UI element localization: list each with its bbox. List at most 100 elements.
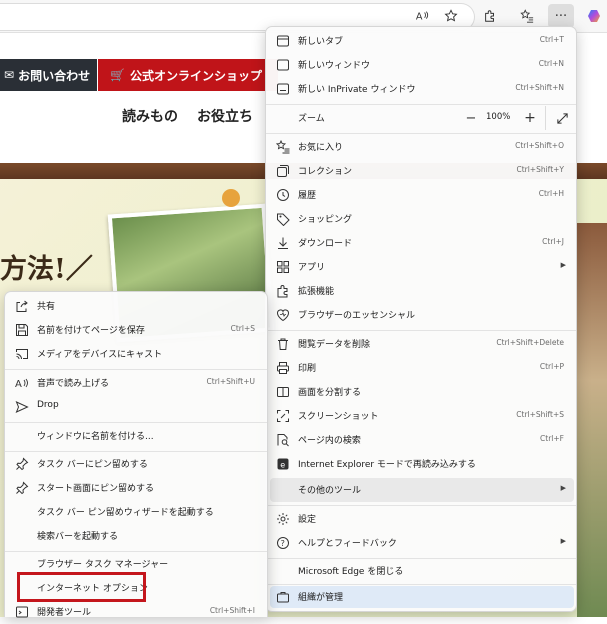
submenu-pin-wizard[interactable]: タスク バー ピン留めウィザードを起動する (9, 500, 265, 524)
menu-label: タスク バーにピン留めする (37, 460, 148, 470)
chevron-right-icon: ▶ (560, 261, 566, 269)
menu-shortcut: Ctrl+J (542, 237, 564, 246)
menu-more-tools[interactable]: その他のツール ▶ (270, 478, 574, 502)
apps-icon (274, 258, 292, 276)
svg-text:A: A (416, 12, 423, 23)
menu-label: ブラウザー タスク マネージャー (37, 560, 169, 570)
menu-collections[interactable]: コレクション Ctrl+Shift+Y (270, 159, 574, 183)
ie-mode-icon: e (274, 455, 292, 473)
menu-new-tab[interactable]: 新しいタブ Ctrl+T (270, 29, 574, 53)
menu-label: お気に入り (298, 143, 344, 153)
zoom-label: ズーム (298, 114, 325, 124)
menu-label: Microsoft Edge を閉じる (298, 567, 404, 577)
copilot-icon[interactable] (582, 4, 606, 28)
menu-new-inprivate[interactable]: 新しい InPrivate ウィンドウ Ctrl+Shift+N (270, 77, 574, 101)
menu-extensions[interactable]: 拡張機能 (270, 279, 574, 303)
briefcase-icon (274, 588, 292, 606)
submenu-pin-start[interactable]: スタート画面にピン留めする (9, 476, 265, 500)
menu-essentials[interactable]: ブラウザーのエッセンシャル (270, 303, 574, 327)
submenu-cast[interactable]: メディアをデバイスにキャスト (9, 342, 265, 366)
menu-label: 検索バーを起動する (37, 532, 119, 542)
download-icon (274, 234, 292, 252)
chevron-right-icon: ▶ (560, 537, 566, 545)
submenu-name-window[interactable]: ウィンドウに名前を付ける... (9, 424, 265, 448)
menu-label: ダウンロード (298, 239, 353, 249)
menu-close-edge[interactable]: Microsoft Edge を閉じる (270, 559, 574, 583)
help-icon: ? (274, 534, 292, 552)
menu-settings[interactable]: 設定 (270, 507, 574, 531)
cart-icon: 🛒 (110, 68, 125, 82)
submenu-share[interactable]: 共有 (9, 294, 265, 318)
more-tools-submenu: 共有 名前を付けてページを保存 Ctrl+S メディアをデバイスにキャスト A … (4, 291, 268, 618)
shopping-tag-icon (274, 210, 292, 228)
pin-icon (13, 479, 31, 497)
read-aloud-icon[interactable]: A (410, 4, 434, 28)
hero-title: 方法!／ (0, 254, 93, 285)
screenshot-icon (274, 407, 292, 425)
menu-label: 新しい InPrivate ウィンドウ (298, 85, 416, 95)
more-button[interactable]: ··· (548, 4, 574, 28)
menu-find[interactable]: ページ内の検索 Ctrl+F (270, 428, 574, 452)
menu-label: タスク バー ピン留めウィザードを起動する (37, 508, 214, 518)
menu-label: 開発者ツール (37, 608, 92, 618)
menu-shopping[interactable]: ショッピング (270, 207, 574, 231)
menu-history[interactable]: 履歴 Ctrl+H (270, 183, 574, 207)
nav-link-useful[interactable]: お役立ち (197, 106, 253, 126)
cast-icon (13, 345, 31, 363)
menu-help[interactable]: ? ヘルプとフィードバック ▶ (270, 531, 574, 555)
save-icon (13, 321, 31, 339)
fullscreen-icon[interactable] (553, 109, 571, 127)
favorites-list-icon[interactable] (515, 4, 539, 28)
menu-divider (266, 584, 576, 585)
menu-split-screen[interactable]: 画面を分割する (270, 380, 574, 404)
submenu-search-bar[interactable]: 検索バーを起動する (9, 524, 265, 548)
contact-button[interactable]: ✉ お問い合わせ (0, 59, 97, 91)
nav-link-reading[interactable]: 読みもの (122, 106, 178, 126)
menu-shortcut: Ctrl+Shift+I (209, 606, 255, 615)
zoom-in-button[interactable]: + (522, 109, 538, 127)
shop-button[interactable]: 🛒 公式オンラインショップ (98, 59, 278, 91)
menu-ie-mode[interactable]: e Internet Explorer モードで再読み込みする (270, 452, 574, 476)
menu-divider (266, 133, 576, 134)
menu-shortcut: Ctrl+N (538, 59, 564, 68)
menu-label: ページ内の検索 (298, 436, 361, 446)
menu-managed-by-org[interactable]: 組織が管理 (270, 586, 574, 608)
new-tab-icon (274, 32, 292, 50)
star-icon[interactable] (439, 4, 463, 28)
submenu-drop[interactable]: Drop (9, 395, 265, 419)
print-icon (274, 359, 292, 377)
menu-print[interactable]: 印刷 Ctrl+P (270, 356, 574, 380)
menu-apps[interactable]: アプリ ▶ (270, 255, 574, 279)
chevron-right-icon: ▶ (560, 484, 566, 492)
find-icon (274, 431, 292, 449)
menu-label: 組織が管理 (298, 593, 344, 603)
menu-shortcut: Ctrl+Shift+Y (516, 165, 564, 174)
collections-icon (274, 162, 292, 180)
submenu-read-aloud[interactable]: A 音声で読み上げる Ctrl+Shift+U (9, 371, 265, 395)
menu-shortcut: Ctrl+P (539, 362, 564, 371)
menu-label: 閲覧データを削除 (298, 340, 371, 350)
menu-screenshot[interactable]: スクリーンショット Ctrl+Shift+S (270, 404, 574, 428)
mail-icon: ✉ (4, 68, 15, 82)
menu-shortcut: Ctrl+Shift+N (515, 83, 564, 92)
menu-label: 新しいタブ (298, 37, 344, 47)
menu-clear-data[interactable]: 閲覧データを削除 Ctrl+Shift+Delete (270, 332, 574, 356)
submenu-pin-taskbar[interactable]: タスク バーにピン留めする (9, 452, 265, 476)
menu-divider (266, 104, 576, 105)
menu-favorites[interactable]: お気に入り Ctrl+Shift+O (270, 135, 574, 159)
menu-label: Drop (37, 400, 59, 410)
zoom-out-button[interactable]: − (463, 109, 479, 127)
menu-divider (266, 505, 576, 506)
puzzle-icon[interactable] (478, 4, 502, 28)
shop-label: 公式オンラインショップ (129, 68, 262, 83)
split-screen-icon (274, 383, 292, 401)
menu-new-window[interactable]: 新しいウィンドウ Ctrl+N (270, 53, 574, 77)
submenu-devtools[interactable]: 開発者ツール Ctrl+Shift+I (9, 600, 265, 624)
menu-downloads[interactable]: ダウンロード Ctrl+J (270, 231, 574, 255)
menu-shortcut: Ctrl+Shift+U (206, 377, 255, 386)
menu-shortcut: Ctrl+F (540, 434, 564, 443)
menu-divider (266, 330, 576, 331)
menu-label: ウィンドウに名前を付ける... (37, 432, 154, 442)
zoom-value: 100% (486, 112, 511, 122)
submenu-save-page[interactable]: 名前を付けてページを保存 Ctrl+S (9, 318, 265, 342)
